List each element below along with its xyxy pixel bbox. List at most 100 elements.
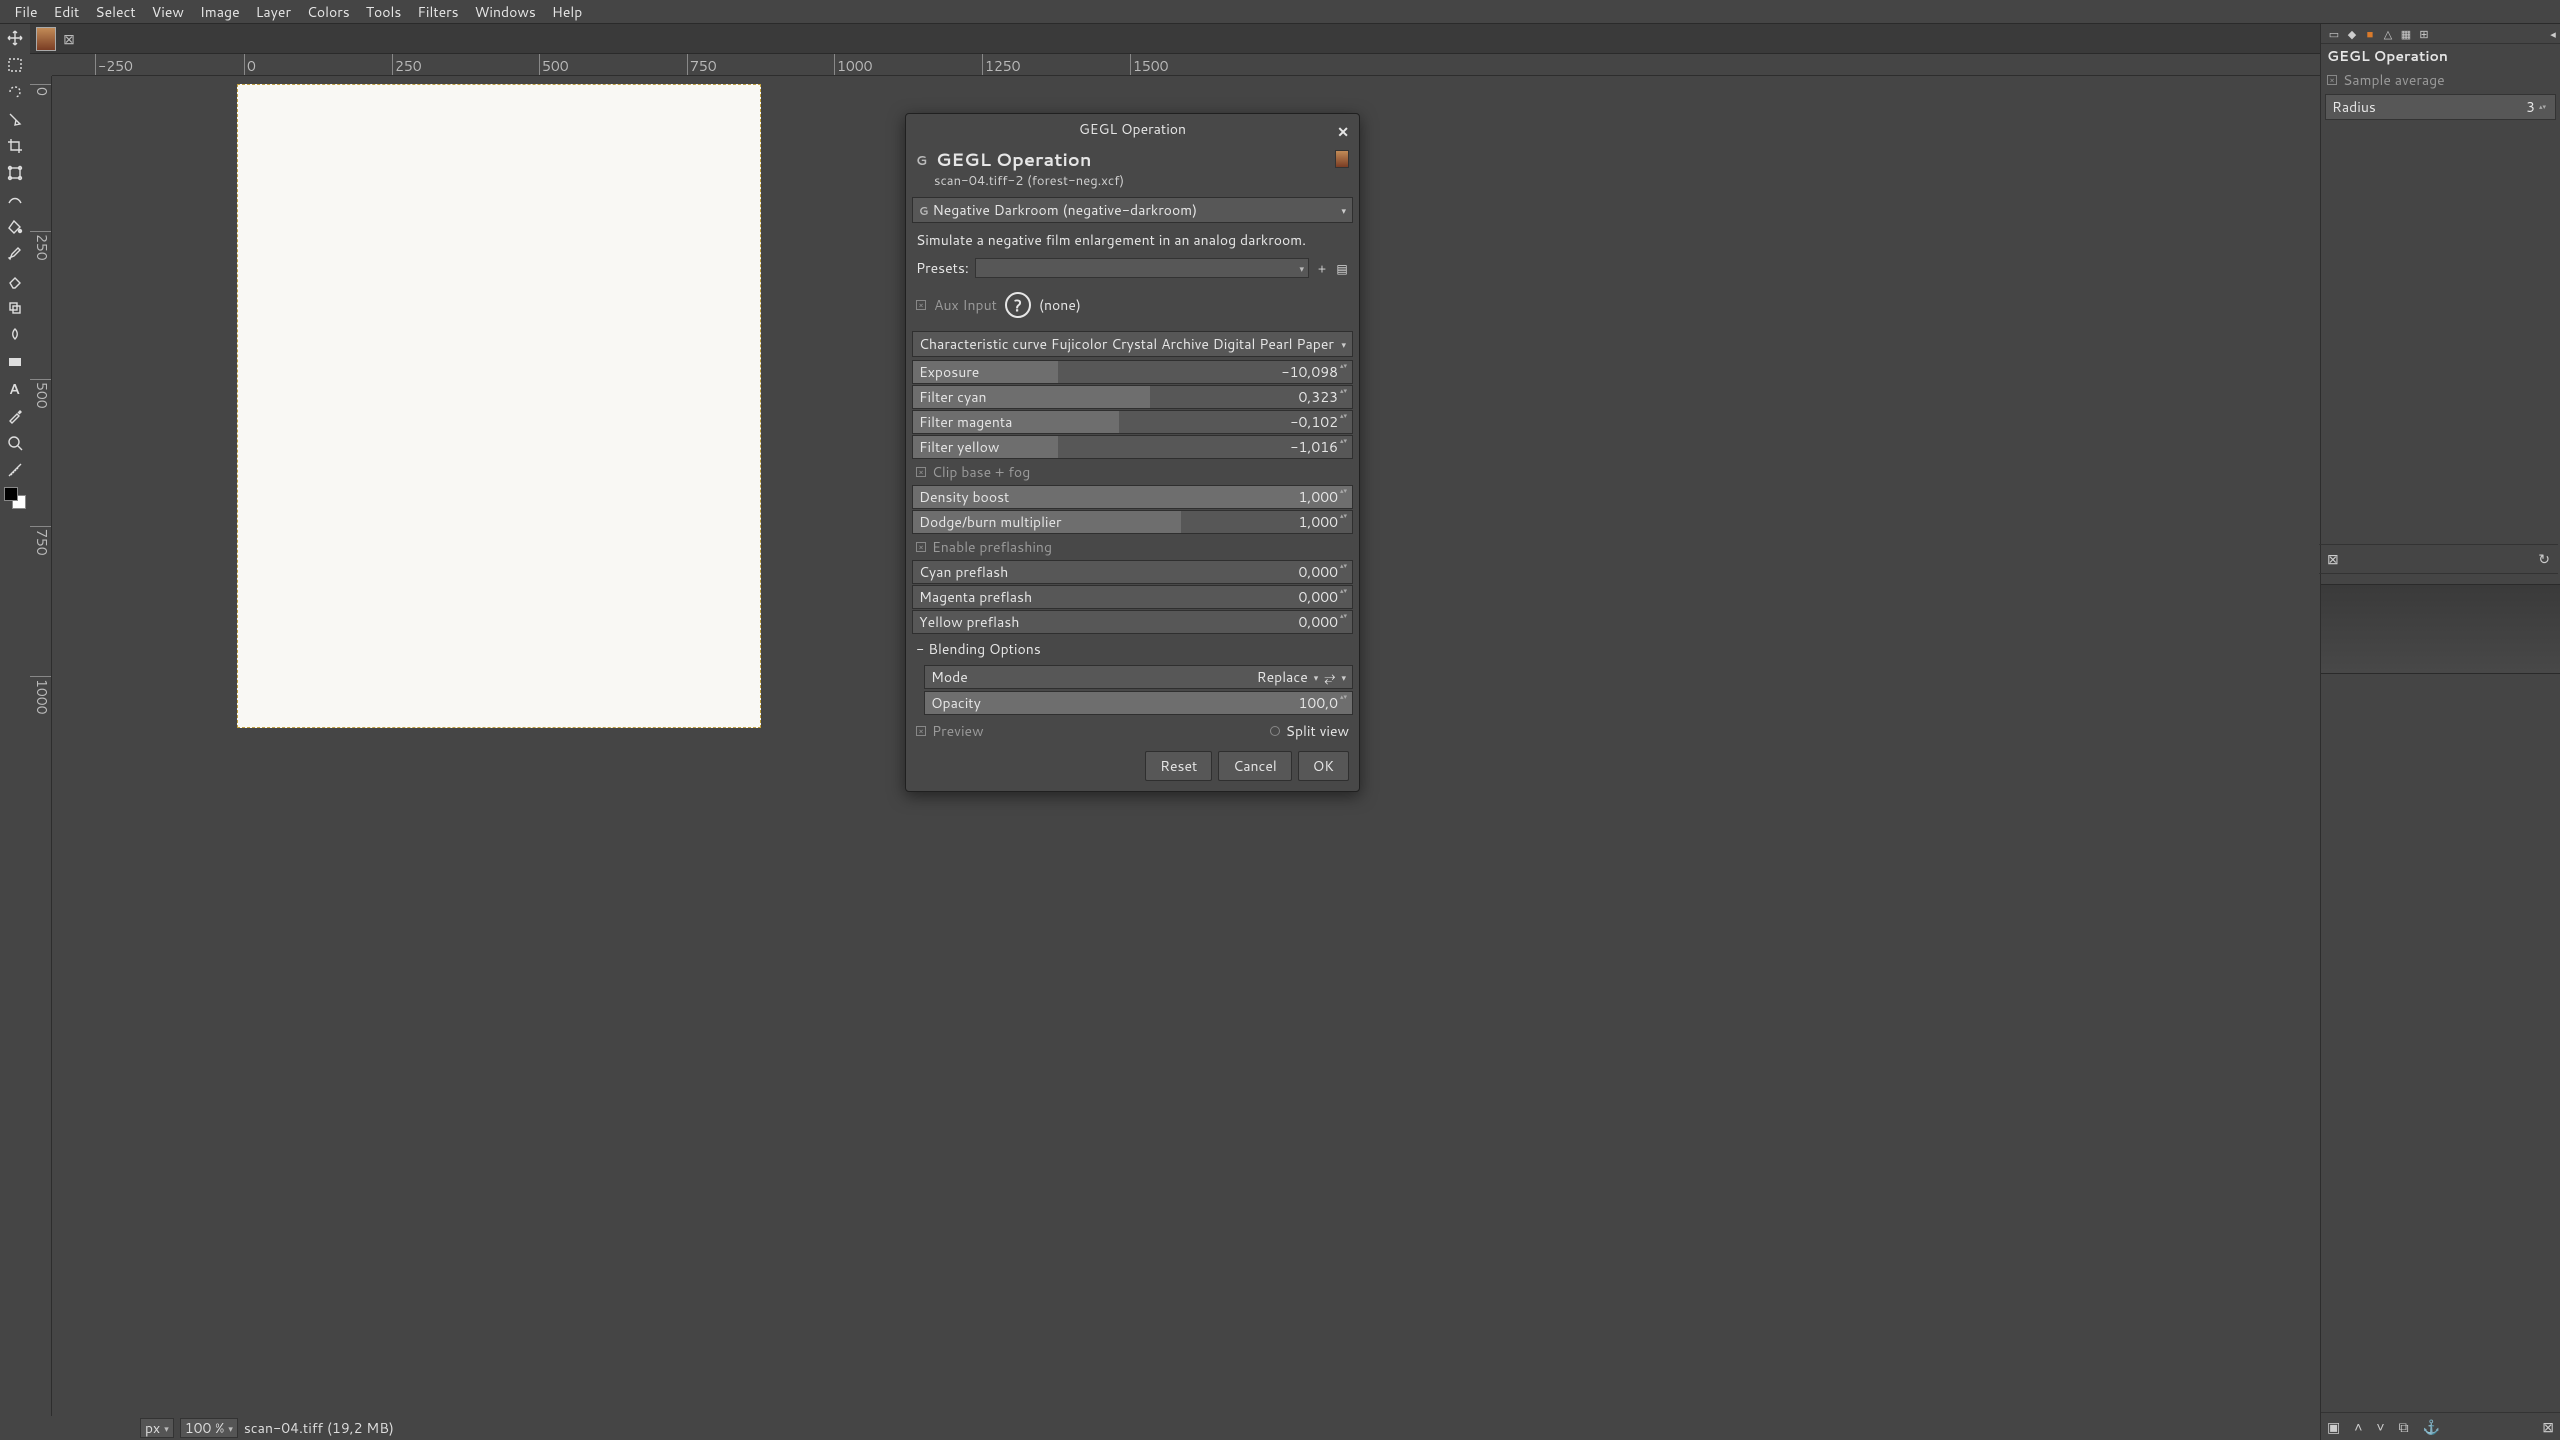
spin-icon[interactable]: ▴▾ — [1340, 563, 1350, 570]
density-boost-slider[interactable]: Density boost 1,000 ▴▾ — [912, 485, 1353, 509]
menu-image[interactable]: Image — [192, 0, 248, 24]
split-view-check[interactable]: Split view — [1270, 721, 1349, 741]
image-tab-close-icon[interactable]: ⊠ — [62, 32, 76, 46]
cyan-preflash-slider[interactable]: Cyan preflash 0,000 ▴▾ — [912, 560, 1353, 584]
operation-description: Simulate a negative film enlargement in … — [906, 226, 1359, 254]
sample-average-check[interactable]: × Sample average — [2321, 68, 2560, 92]
dock-tab-icon[interactable]: ◆ — [2345, 27, 2359, 41]
dodge-burn-slider[interactable]: Dodge/burn multiplier 1,000 ▴▾ — [912, 510, 1353, 534]
bucket-fill-tool-icon[interactable] — [1, 213, 29, 240]
smudge-tool-icon[interactable] — [1, 321, 29, 348]
spin-icon[interactable]: ▴▾ — [1340, 413, 1350, 420]
preview-check[interactable]: × Preview — [916, 721, 984, 741]
menu-help[interactable]: Help — [544, 0, 590, 24]
dialog-titlebar[interactable]: GEGL Operation ✕ — [906, 114, 1359, 144]
blending-options-expander[interactable]: - Blending Options — [906, 635, 1359, 663]
menu-windows[interactable]: Windows — [467, 0, 544, 24]
reset-button[interactable]: Reset — [1145, 751, 1212, 781]
image-tab-thumb[interactable] — [36, 27, 56, 51]
dock-tab-icon[interactable]: ▦ — [2399, 27, 2413, 41]
ruler-vertical[interactable]: 0 250 500 750 1000 — [30, 76, 52, 1416]
aux-picker-icon[interactable]: ? — [1005, 292, 1031, 318]
menu-layer[interactable]: Layer — [248, 0, 299, 24]
warp-tool-icon[interactable] — [1, 186, 29, 213]
dock-reset-icon[interactable]: ↻ — [2538, 549, 2550, 569]
menu-colors[interactable]: Colors — [299, 0, 358, 24]
enable-preflashing-check[interactable]: × Enable preflashing — [906, 535, 1359, 559]
paintbrush-tool-icon[interactable] — [1, 240, 29, 267]
zoom-combo[interactable]: 100 % ▾ — [180, 1418, 238, 1438]
exposure-slider[interactable]: Exposure -10,098 ▴▾ — [912, 360, 1353, 384]
blend-mode-label: Mode — [931, 667, 968, 687]
dock-close-icon[interactable]: ⊠ — [2327, 549, 2339, 569]
menu-edit[interactable]: Edit — [46, 0, 88, 24]
menu-filters[interactable]: Filters — [409, 0, 466, 24]
unit-value: px — [145, 1418, 160, 1438]
zoom-tool-icon[interactable] — [1, 429, 29, 456]
dock-tab-icon[interactable]: △ — [2381, 27, 2395, 41]
menu-select[interactable]: Select — [87, 0, 143, 24]
presets-combo[interactable]: ▾ — [975, 258, 1309, 278]
spin-icon[interactable]: ▴▾ — [1340, 438, 1350, 445]
yellow-preflash-slider[interactable]: Yellow preflash 0,000 ▴▾ — [912, 610, 1353, 634]
preset-manage-icon[interactable]: ▤ — [1335, 261, 1349, 275]
color-swatch[interactable] — [4, 487, 26, 509]
magenta-preflash-slider[interactable]: Magenta preflash 0,000 ▴▾ — [912, 585, 1353, 609]
spin-icon[interactable]: ▴▾ — [1340, 363, 1350, 370]
blend-switch-icon[interactable]: ⥂ — [1324, 667, 1335, 687]
spin-icon[interactable]: ▴▾ — [1340, 488, 1350, 495]
radius-field[interactable]: Radius 3 ▴▾ — [2325, 94, 2556, 120]
dialog-close-icon[interactable]: ✕ — [1337, 122, 1349, 142]
dock-tab-icon[interactable]: ⊞ — [2417, 27, 2431, 41]
dock-tab-icon[interactable]: ▭ — [2327, 27, 2341, 41]
transform-tool-icon[interactable] — [1, 159, 29, 186]
menu-file[interactable]: File — [6, 0, 46, 24]
dock-raise-icon[interactable]: ˄ — [2354, 1417, 2362, 1437]
dock-layers-placeholder[interactable] — [2321, 584, 2560, 674]
curve-combo[interactable]: Characteristic curve Fujicolor Crystal A… — [912, 331, 1353, 357]
fuzzy-select-tool-icon[interactable] — [1, 105, 29, 132]
text-tool-icon[interactable]: A — [1, 375, 29, 402]
dock-new-icon[interactable]: ▣ — [2327, 1417, 2340, 1437]
dock-menu-icon[interactable]: ◂ — [2546, 27, 2560, 41]
unit-combo[interactable]: px ▾ — [140, 1418, 174, 1438]
spin-icon[interactable]: ▴▾ — [1340, 388, 1350, 395]
filter-magenta-slider[interactable]: Filter magenta -0,102 ▴▾ — [912, 410, 1353, 434]
clone-tool-icon[interactable] — [1, 294, 29, 321]
filter-cyan-slider[interactable]: Filter cyan 0,323 ▴▾ — [912, 385, 1353, 409]
menu-tools[interactable]: Tools — [358, 0, 410, 24]
ruler-horizontal[interactable]: -250 0 250 500 750 1000 1250 1500 — [52, 54, 2320, 76]
clip-base-fog-check[interactable]: × Clip base + fog — [906, 460, 1359, 484]
sample-average-label: Sample average — [2343, 70, 2445, 90]
spin-icon[interactable]: ▴▾ — [1340, 588, 1350, 595]
spin-icon[interactable]: ▴▾ — [1340, 613, 1350, 620]
blend-mode-combo[interactable]: Mode Replace ▾ ⥂ ▾ — [924, 665, 1353, 689]
filter-yellow-slider[interactable]: Filter yellow -1,016 ▴▾ — [912, 435, 1353, 459]
spin-icon[interactable]: ▴▾ — [1340, 694, 1350, 701]
spin-icon[interactable]: ▴▾ — [1340, 513, 1350, 520]
radio-icon — [1270, 726, 1280, 736]
ok-button[interactable]: OK — [1298, 751, 1349, 781]
free-select-tool-icon[interactable] — [1, 78, 29, 105]
dock-duplicate-icon[interactable]: ⧉ — [2399, 1417, 2409, 1437]
aux-check-icon[interactable]: × — [916, 300, 926, 310]
operation-combo[interactable]: GNegative Darkroom (negative-darkroom) ▾ — [912, 197, 1353, 223]
dock-anchor-icon[interactable]: ⚓ — [2423, 1417, 2440, 1437]
dock-tab-icon[interactable]: ■ — [2363, 27, 2377, 41]
opacity-slider[interactable]: Opacity 100,0 ▴▾ — [924, 691, 1353, 715]
path-tool-icon[interactable] — [1, 348, 29, 375]
measure-tool-icon[interactable] — [1, 456, 29, 483]
crop-tool-icon[interactable] — [1, 132, 29, 159]
cancel-button[interactable]: Cancel — [1218, 751, 1292, 781]
menu-view[interactable]: View — [144, 0, 192, 24]
dialog-title: GEGL Operation — [1079, 119, 1186, 139]
expander-icon: - — [916, 639, 924, 659]
preset-add-icon[interactable]: + — [1315, 261, 1329, 275]
spin-icon[interactable]: ▴▾ — [2539, 104, 2549, 111]
dock-lower-icon[interactable]: ˅ — [2376, 1417, 2384, 1437]
eraser-tool-icon[interactable] — [1, 267, 29, 294]
dock-delete-icon[interactable]: ⊠ — [2542, 1417, 2554, 1437]
move-tool-icon[interactable] — [1, 24, 29, 51]
color-picker-tool-icon[interactable] — [1, 402, 29, 429]
rect-select-tool-icon[interactable] — [1, 51, 29, 78]
